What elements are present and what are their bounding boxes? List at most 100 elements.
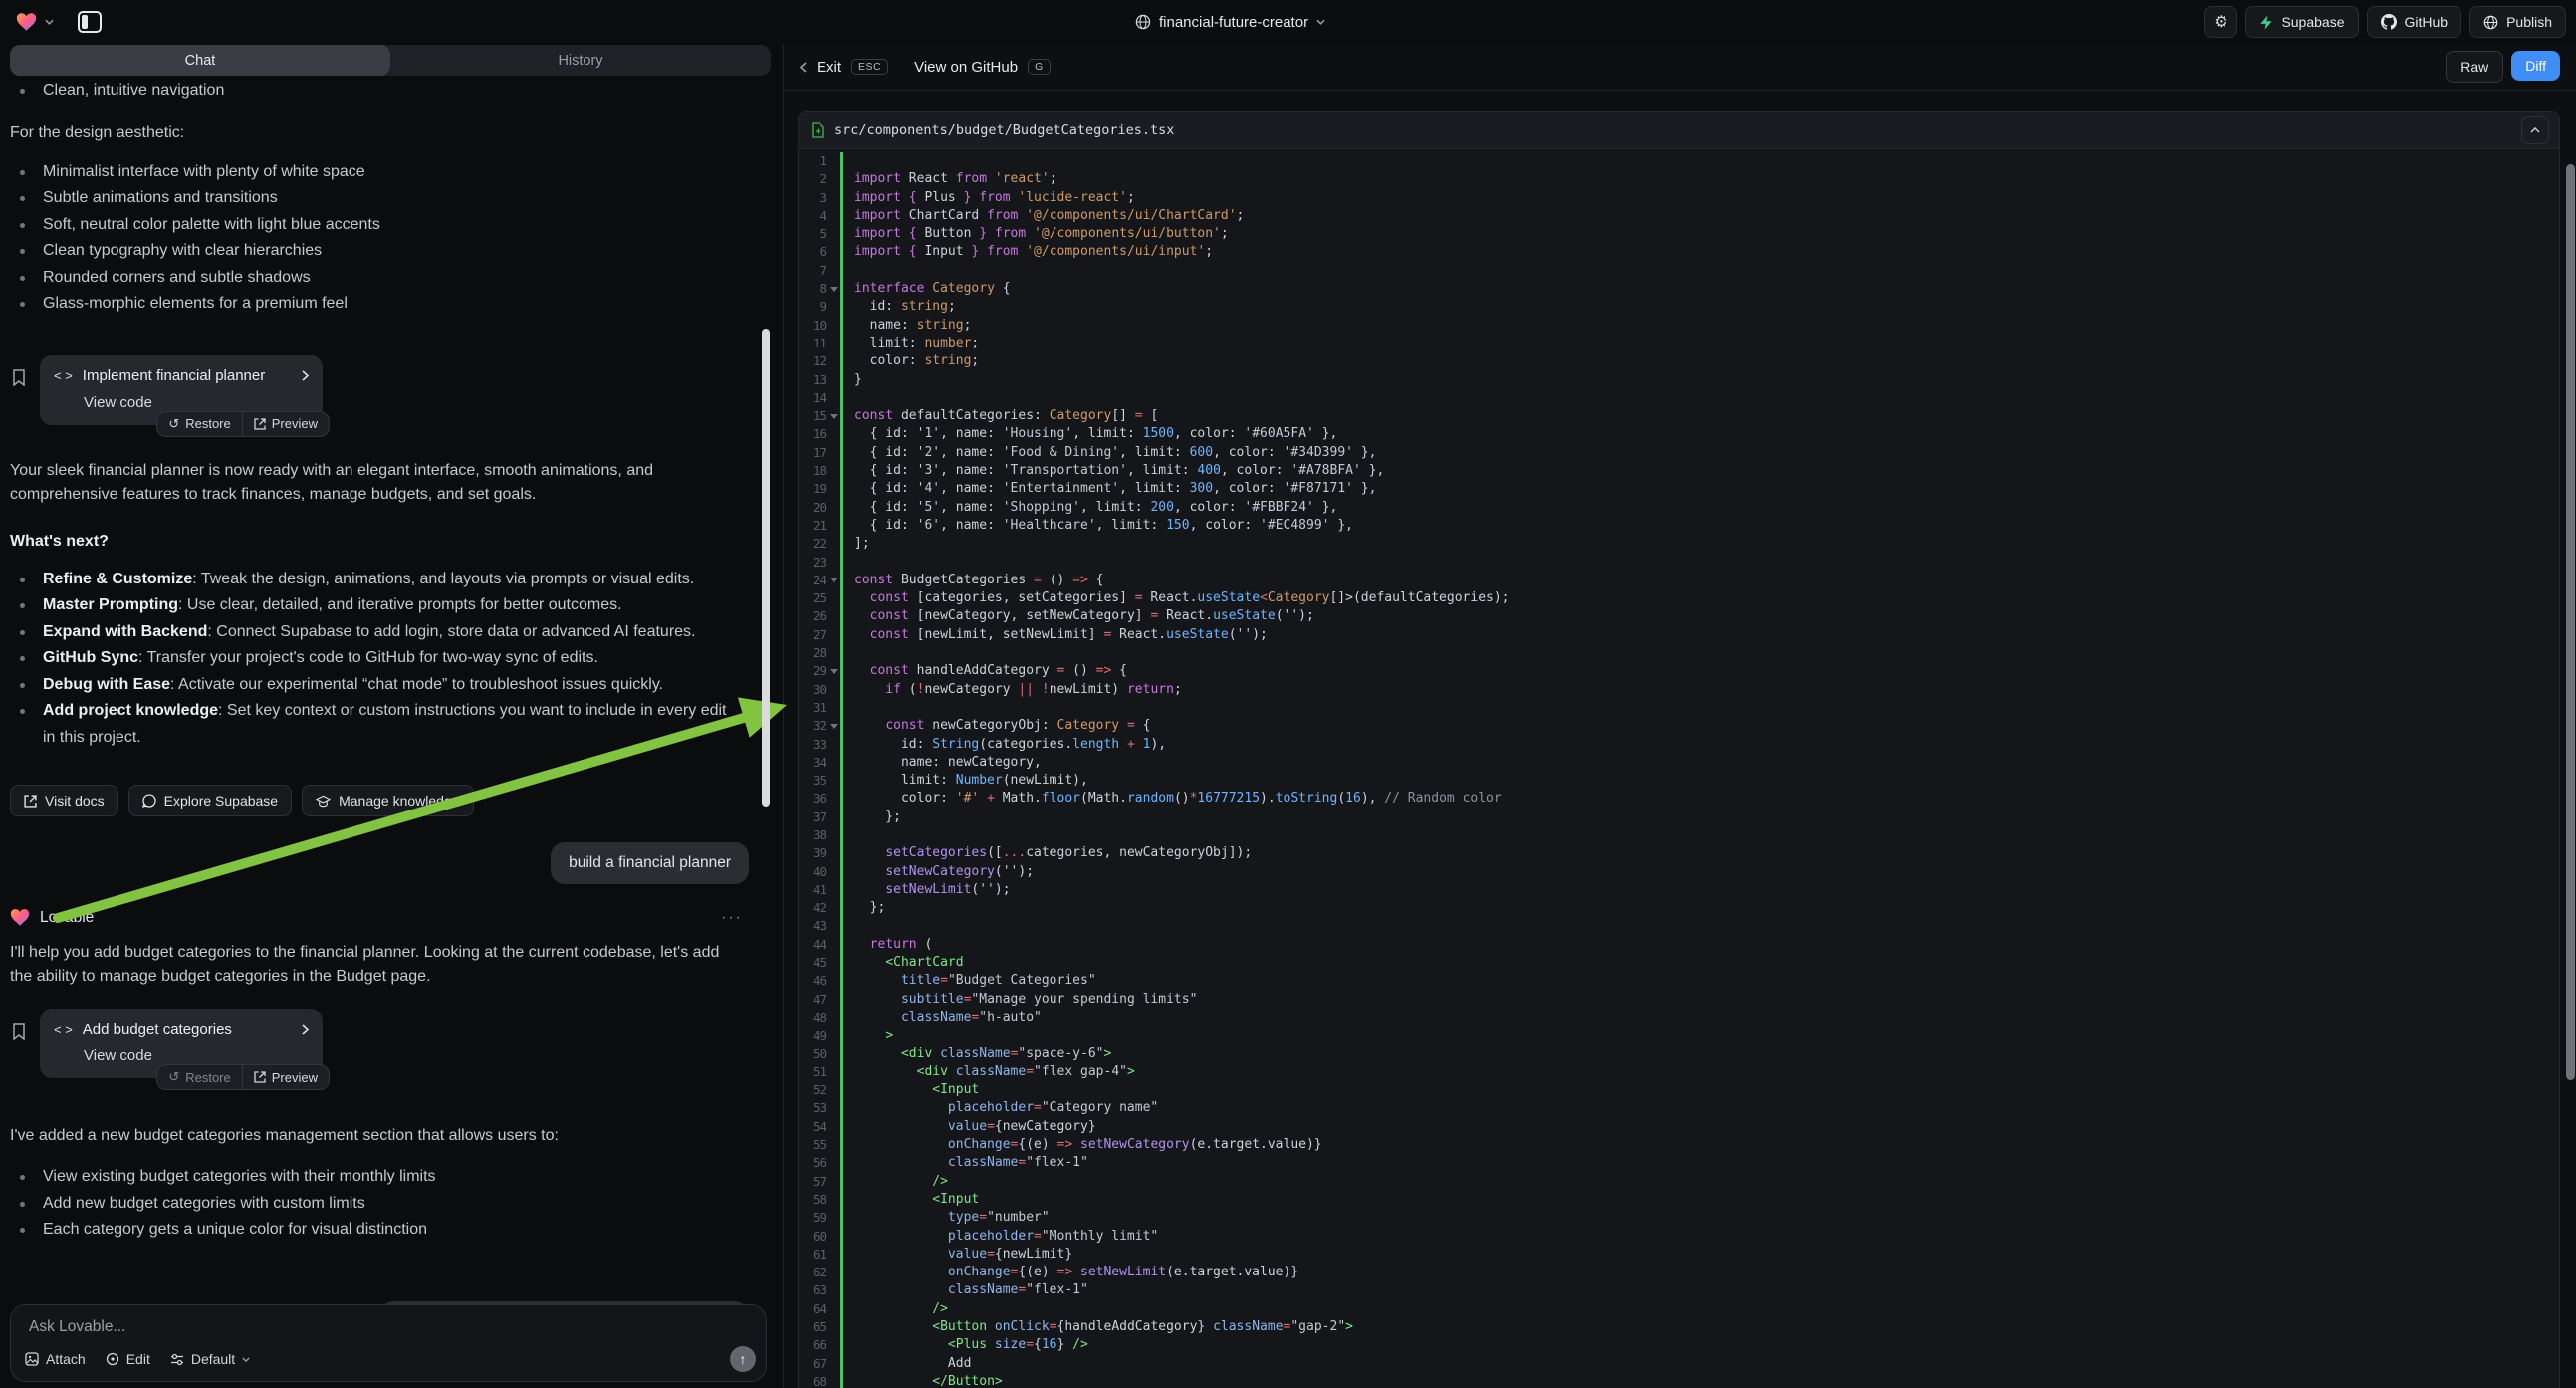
view-on-github-button[interactable]: View on GitHub G bbox=[914, 59, 1051, 76]
code-line: 43 bbox=[799, 917, 2559, 935]
bullet-dot bbox=[20, 223, 25, 228]
model-selector[interactable]: Default bbox=[170, 1351, 250, 1367]
fold-column bbox=[827, 152, 840, 170]
main-area: Chat History Clean, intuitive navigation… bbox=[0, 44, 2576, 1388]
send-button[interactable]: ↑ bbox=[730, 1346, 756, 1372]
code-line-content: import React from 'react'; bbox=[840, 170, 2559, 188]
sidebar-toggle-icon[interactable] bbox=[78, 11, 102, 33]
line-number: 48 bbox=[799, 1009, 827, 1027]
fold-column bbox=[827, 662, 840, 680]
explore-supabase-button[interactable]: Explore Supabase bbox=[128, 785, 292, 816]
code-scrollbar-thumb[interactable] bbox=[2566, 164, 2575, 1080]
preview-button[interactable]: Preview bbox=[242, 1065, 329, 1089]
code-line: 32 const newCategoryObj: Category = { bbox=[799, 717, 2559, 735]
code-line-content: import ChartCard from '@/components/ui/C… bbox=[840, 207, 2559, 225]
fold-chevron-icon[interactable] bbox=[830, 287, 838, 292]
fold-chevron-icon[interactable] bbox=[830, 414, 838, 419]
code-line-content: className="flex-1" bbox=[840, 1154, 2559, 1172]
bullet-dot bbox=[20, 683, 25, 688]
line-number: 56 bbox=[799, 1154, 827, 1172]
lovable-logo-icon[interactable] bbox=[16, 12, 37, 32]
fold-column bbox=[827, 572, 840, 589]
logo-chevron-down-icon[interactable] bbox=[45, 19, 54, 25]
card-title: Implement financial planner bbox=[83, 367, 292, 384]
fold-column bbox=[827, 1281, 840, 1299]
fold-chevron-icon[interactable] bbox=[830, 724, 838, 729]
fold-chevron-icon[interactable] bbox=[830, 669, 838, 674]
line-number: 26 bbox=[799, 607, 827, 625]
supabase-button[interactable]: Supabase bbox=[2245, 6, 2358, 38]
code-line-content: title="Budget Categories" bbox=[840, 972, 2559, 990]
line-number: 4 bbox=[799, 207, 827, 225]
line-number: 24 bbox=[799, 572, 827, 589]
add-categories-card[interactable]: < > Add budget categories View code ↺ Re… bbox=[40, 1009, 323, 1078]
list-item: Add new budget categories with custom li… bbox=[10, 1191, 783, 1218]
line-number: 55 bbox=[799, 1136, 827, 1154]
code-line: 12 color: string; bbox=[799, 352, 2559, 370]
fold-column bbox=[827, 790, 840, 808]
fold-chevron-icon[interactable] bbox=[830, 578, 838, 582]
chat-scrollbar-thumb[interactable] bbox=[762, 329, 770, 807]
fold-column bbox=[827, 280, 840, 298]
whats-next-list: Refine & Customize: Tweak the design, an… bbox=[10, 567, 783, 752]
code-line-content: /> bbox=[840, 1300, 2559, 1318]
code-line-content: } bbox=[840, 371, 2559, 389]
code-line: 27 const [newLimit, setNewLimit] = React… bbox=[799, 626, 2559, 644]
implement-planner-card[interactable]: < > Implement financial planner View cod… bbox=[40, 355, 323, 425]
code-line-content: const [categories, setCategories] = Reac… bbox=[840, 589, 2559, 607]
supabase-bolt-icon bbox=[2259, 15, 2273, 30]
edit-button[interactable]: Edit bbox=[106, 1351, 150, 1367]
whats-next-heading: What's next? bbox=[10, 533, 783, 551]
code-line: 28 bbox=[799, 644, 2559, 662]
code-line-content: return ( bbox=[840, 936, 2559, 954]
view-code-link[interactable]: View code bbox=[84, 1047, 309, 1064]
line-number: 61 bbox=[799, 1246, 827, 1264]
fold-column bbox=[827, 954, 840, 972]
collapse-file-button[interactable] bbox=[2521, 116, 2549, 144]
restore-button[interactable]: ↺ Restore bbox=[157, 412, 241, 436]
code-line-content: <div className="space-y-6"> bbox=[840, 1045, 2559, 1063]
publish-button[interactable]: Publish bbox=[2469, 6, 2566, 38]
code-line-content: </Button> bbox=[840, 1373, 2559, 1388]
list-item: Clean, intuitive navigation bbox=[10, 78, 783, 105]
line-number: 16 bbox=[799, 425, 827, 443]
preview-button[interactable]: Preview bbox=[242, 412, 329, 436]
restore-button[interactable]: ↺ Restore bbox=[157, 1065, 241, 1089]
design-aesthetic-heading: For the design aesthetic: bbox=[10, 124, 783, 142]
code-line: 20 { id: '5', name: 'Shopping', limit: 2… bbox=[799, 499, 2559, 517]
chat-input-box[interactable]: Attach Edit Default ↑ bbox=[10, 1304, 767, 1382]
code-line-content: onChange={(e) => setNewCategory(e.target… bbox=[840, 1136, 2559, 1154]
code-line-content bbox=[840, 699, 2559, 717]
exit-button[interactable]: Exit ESC bbox=[800, 59, 888, 76]
code-line-content bbox=[840, 262, 2559, 280]
github-button[interactable]: GitHub bbox=[2367, 6, 2462, 38]
raw-toggle-button[interactable]: Raw bbox=[2446, 51, 2503, 83]
code-line-content: setNewLimit(''); bbox=[840, 881, 2559, 899]
code-line: 23 bbox=[799, 554, 2559, 572]
fold-column bbox=[827, 207, 840, 225]
diff-toggle-button[interactable]: Diff bbox=[2511, 51, 2560, 81]
fold-column bbox=[827, 844, 840, 862]
code-line: 64 /> bbox=[799, 1300, 2559, 1318]
fold-column bbox=[827, 462, 840, 480]
message-more-menu[interactable]: ··· bbox=[721, 909, 743, 927]
chat-input[interactable] bbox=[27, 1317, 750, 1337]
code-line: 9 id: string; bbox=[799, 298, 2559, 316]
project-switcher[interactable]: financial-future-creator bbox=[1135, 0, 1325, 44]
line-number: 33 bbox=[799, 736, 827, 754]
code-line: 46 title="Budget Categories" bbox=[799, 972, 2559, 990]
fold-column bbox=[827, 554, 840, 572]
tab-chat[interactable]: Chat bbox=[10, 45, 390, 76]
bookmark-icon[interactable] bbox=[12, 369, 26, 425]
view-code-link[interactable]: View code bbox=[84, 394, 309, 411]
restore-icon: ↺ bbox=[168, 416, 179, 432]
list-item-text: Rounded corners and subtle shadows bbox=[43, 265, 311, 292]
attach-button[interactable]: Attach bbox=[25, 1351, 86, 1367]
visit-docs-button[interactable]: Visit docs bbox=[10, 785, 118, 816]
manage-knowledge-button[interactable]: Manage knowledge bbox=[302, 785, 473, 816]
tab-history[interactable]: History bbox=[390, 45, 771, 76]
file-header-bar[interactable]: src/components/budget/BudgetCategories.t… bbox=[799, 112, 2559, 149]
code-line-content: const BudgetCategories = () => { bbox=[840, 572, 2559, 589]
bookmark-icon[interactable] bbox=[12, 1023, 26, 1078]
settings-button[interactable]: ⚙ bbox=[2204, 6, 2237, 38]
